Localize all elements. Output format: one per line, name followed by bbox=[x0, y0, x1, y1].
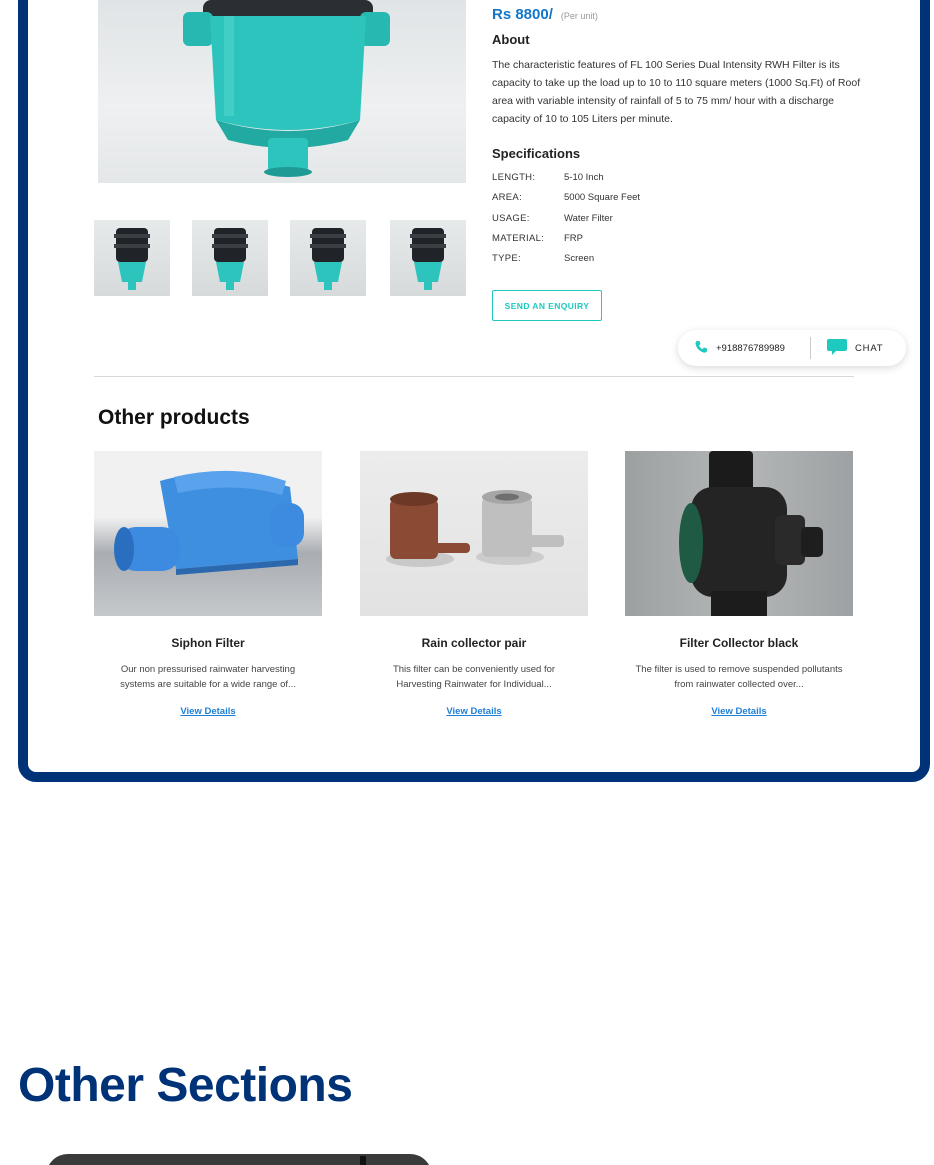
price-value: Rs 8800/ bbox=[492, 6, 553, 23]
view-details-link[interactable]: View Details bbox=[446, 706, 501, 717]
spec-row: AREA: 5000 Square Feet bbox=[492, 192, 640, 212]
product-description: Our non pressurised rainwater harvesting… bbox=[120, 664, 296, 690]
chat-label: CHAT bbox=[855, 342, 884, 354]
spec-value: FRP bbox=[564, 232, 583, 244]
spec-row: LENGTH: 5-10 Inch bbox=[492, 172, 640, 192]
phone-contact[interactable]: +918876789989 bbox=[678, 340, 810, 357]
product-card: Siphon Filter Our non pressurised rainwa… bbox=[94, 451, 322, 719]
spec-value: Screen bbox=[564, 253, 595, 265]
filter-collector-image[interactable] bbox=[625, 451, 853, 616]
product-thumbnail[interactable] bbox=[390, 220, 466, 296]
about-description: The characteristic features of FL 100 Se… bbox=[492, 59, 861, 125]
product-screenshot-frame: Rs 8800/ (Per unit) About The characteris… bbox=[18, 0, 930, 782]
product-description: This filter can be conveniently used for… bbox=[392, 664, 556, 690]
product-thumbnail[interactable] bbox=[192, 220, 268, 296]
specifications-heading: Specifications bbox=[492, 146, 581, 161]
phone-number: +918876789989 bbox=[716, 342, 785, 354]
chat-button[interactable]: CHAT bbox=[811, 338, 884, 358]
product-name: Siphon Filter bbox=[171, 636, 245, 650]
product-thumbnail[interactable] bbox=[94, 220, 170, 296]
section-heading: Other Sections bbox=[18, 1059, 353, 1112]
spec-key: MATERIAL: bbox=[492, 232, 545, 244]
spec-value: Water Filter bbox=[564, 212, 613, 224]
spec-value: 5000 Square Feet bbox=[564, 192, 641, 204]
product-card: Filter Collector black The filter is use… bbox=[625, 451, 853, 719]
contact-widget: +918876789989 CHAT bbox=[678, 330, 906, 366]
about-heading: About bbox=[492, 32, 530, 47]
phone-icon bbox=[694, 340, 708, 357]
rain-collector-image[interactable] bbox=[360, 451, 588, 616]
spec-key: AREA: bbox=[492, 192, 523, 204]
view-details-link[interactable]: View Details bbox=[711, 706, 766, 717]
chat-icon bbox=[827, 338, 847, 358]
send-enquiry-button[interactable]: SEND AN ENQUIRY bbox=[492, 290, 602, 321]
main-product-image bbox=[98, 0, 466, 183]
preview-detail bbox=[360, 1156, 366, 1165]
product-price: Rs 8800/ (Per unit) bbox=[492, 6, 598, 23]
spec-key: USAGE: bbox=[492, 212, 530, 224]
other-products-heading: Other products bbox=[98, 406, 250, 429]
view-details-link[interactable]: View Details bbox=[180, 706, 235, 717]
section-preview-image[interactable] bbox=[46, 1154, 432, 1165]
spec-row: TYPE: Screen bbox=[492, 253, 640, 273]
product-thumbnail[interactable] bbox=[290, 220, 366, 296]
spec-value: 5-10 Inch bbox=[564, 172, 604, 183]
section-divider bbox=[94, 376, 854, 377]
spec-row: USAGE: Water Filter bbox=[492, 213, 640, 233]
spec-key: TYPE: bbox=[492, 253, 521, 265]
spec-row: MATERIAL: FRP bbox=[492, 233, 640, 253]
spec-key: LENGTH: bbox=[492, 172, 536, 183]
thumbnail-strip bbox=[94, 220, 468, 296]
price-unit: (Per unit) bbox=[560, 11, 598, 21]
specifications-list: LENGTH: 5-10 Inch AREA: 5000 Square Feet U… bbox=[492, 172, 640, 273]
product-description: The filter is used to remove suspended p… bbox=[635, 664, 843, 690]
siphon-filter-image[interactable] bbox=[94, 451, 322, 616]
product-card: Rain collector pair This filter can be c… bbox=[360, 451, 588, 719]
product-name: Rain collector pair bbox=[421, 636, 527, 650]
product-name: Filter Collector black bbox=[679, 636, 799, 650]
